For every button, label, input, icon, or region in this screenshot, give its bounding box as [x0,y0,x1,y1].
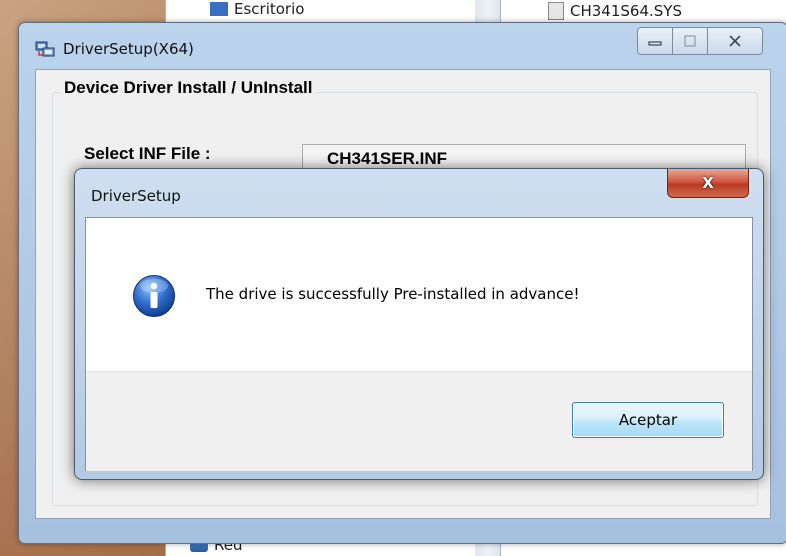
inf-file-label: Select INF File : [84,144,211,163]
ok-button[interactable]: Aceptar [572,402,724,438]
file-item-label: CH341S64.SYS [570,2,682,20]
nav-item-label: Escritorio [234,0,305,18]
groupbox-title: Device Driver Install / UnInstall [60,78,317,98]
dialog-message: The drive is successfully Pre-installed … [206,285,580,303]
dialog-client: The drive is successfully Pre-installed … [85,217,753,471]
info-icon [133,275,175,317]
main-caption-buttons [637,27,763,55]
main-window-title: DriverSetup(X64) [63,40,194,58]
main-close-button[interactable] [708,27,763,55]
maximize-icon [684,35,696,47]
main-titlebar[interactable]: DriverSetup(X64) [19,23,786,69]
close-icon: X [702,174,714,192]
close-icon [729,35,741,47]
desktop-folder-icon [210,2,228,16]
nav-item-escritorio[interactable]: Escritorio [210,0,304,18]
file-item-sys[interactable]: CH341S64.SYS [548,2,682,20]
minimize-icon [648,41,662,46]
driver-setup-app-icon [35,41,55,57]
maximize-button[interactable] [673,27,708,55]
dialog-message-area: The drive is successfully Pre-installed … [86,218,752,371]
system-file-icon [548,2,564,20]
message-dialog: DriverSetup X The drive is successfully … [74,168,764,480]
dialog-button-bar: Aceptar [86,371,752,471]
dialog-title: DriverSetup [91,187,181,205]
minimize-button[interactable] [637,27,673,55]
dialog-close-button[interactable]: X [667,169,749,198]
